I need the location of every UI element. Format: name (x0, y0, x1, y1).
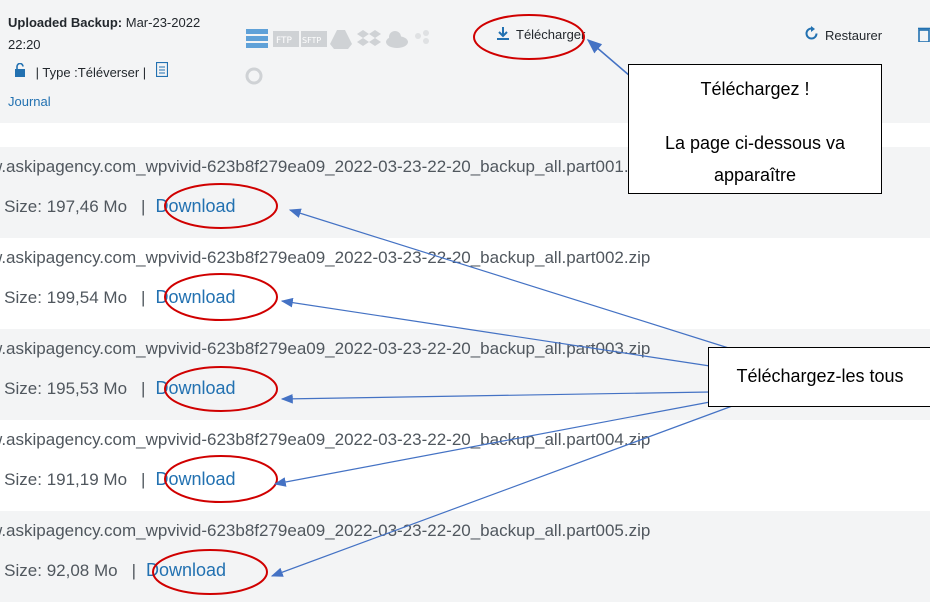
svg-text:SFTP: SFTP (302, 36, 321, 45)
uploaded-backup-info: Uploaded Backup: Mar-23-2022 22:20 (8, 12, 208, 56)
download-link[interactable]: Download (146, 560, 226, 580)
file-size-line: e Size: 195,53 Mo | Download (0, 378, 236, 399)
file-size-line: e Size: 191,19 Mo | Download (0, 469, 236, 490)
file-size: e Size: 199,54 Mo (0, 288, 128, 307)
uploaded-label: Uploaded Backup: (8, 15, 123, 30)
onedrive-cloud-icon[interactable] (385, 28, 409, 50)
file-name: w.askipagency.com_wpvivid-623b8f279ea09_… (0, 430, 651, 449)
backup-type: | Type :Téléverser | (35, 65, 147, 80)
file-size: e Size: 195,53 Mo (0, 379, 128, 398)
server-icon[interactable] (245, 28, 269, 50)
lock-icon[interactable] (14, 62, 30, 80)
callout-text: La page ci-dessous va apparaître (664, 133, 846, 185)
list-item: w.askipagency.com_wpvivid-623b8f279ea09_… (0, 238, 930, 329)
download-link[interactable]: Download (155, 287, 235, 307)
file-name: w.askipagency.com_wpvivid-623b8f279ea09_… (0, 248, 651, 267)
download-label: Télécharger (516, 27, 586, 42)
file-size-line: e Size: 199,54 Mo | Download (0, 287, 236, 308)
file-name: w.askipagency.com_wpvivid-623b8f279ea09_… (0, 521, 651, 540)
ftp-icon[interactable]: FTP (273, 28, 299, 50)
callout-download-note: Téléchargez ! La page ci-dessous va appa… (628, 64, 882, 194)
restore-button[interactable]: Restaurer (804, 26, 882, 44)
s3-icon[interactable] (413, 28, 437, 50)
list-item: w.askipagency.com_wpvivid-623b8f279ea09_… (0, 420, 930, 511)
download-link[interactable]: Download (155, 469, 235, 489)
file-size: e Size: 92,08 Mo (0, 561, 118, 580)
refresh-icon[interactable] (244, 66, 264, 91)
svg-text:FTP: FTP (276, 36, 293, 46)
list-item: w.askipagency.com_wpvivid-623b8f279ea09_… (0, 511, 930, 602)
callout-title: Téléchargez ! (700, 79, 810, 99)
file-size-line: e Size: 197,46 Mo | Download (0, 196, 236, 217)
download-icon (496, 26, 510, 43)
file-name: w.askipagency.com_wpvivid-623b8f279ea09_… (0, 157, 651, 176)
file-size-line: e Size: 92,08 Mo | Download (0, 560, 226, 581)
callout-download-all: Téléchargez-les tous (708, 347, 930, 407)
download-link[interactable]: Download (155, 196, 235, 216)
restore-icon (804, 26, 819, 44)
download-link[interactable]: Download (155, 378, 235, 398)
log-file-icon[interactable] (155, 61, 168, 80)
trash-icon[interactable] (918, 26, 930, 47)
dropbox-icon[interactable] (357, 28, 381, 50)
storage-icon-row: FTP SFTP (245, 26, 437, 52)
sftp-icon[interactable]: SFTP (301, 28, 327, 50)
restore-label: Restaurer (825, 27, 883, 43)
backup-type-line: | Type :Téléverser | (8, 61, 168, 80)
file-size: e Size: 191,19 Mo (0, 470, 128, 489)
file-size: e Size: 197,46 Mo (0, 197, 128, 216)
journal-link[interactable]: Journal (8, 94, 51, 109)
google-drive-icon[interactable] (329, 28, 353, 50)
download-backup-button[interactable]: Télécharger (496, 26, 585, 43)
file-name: w.askipagency.com_wpvivid-623b8f279ea09_… (0, 339, 651, 358)
